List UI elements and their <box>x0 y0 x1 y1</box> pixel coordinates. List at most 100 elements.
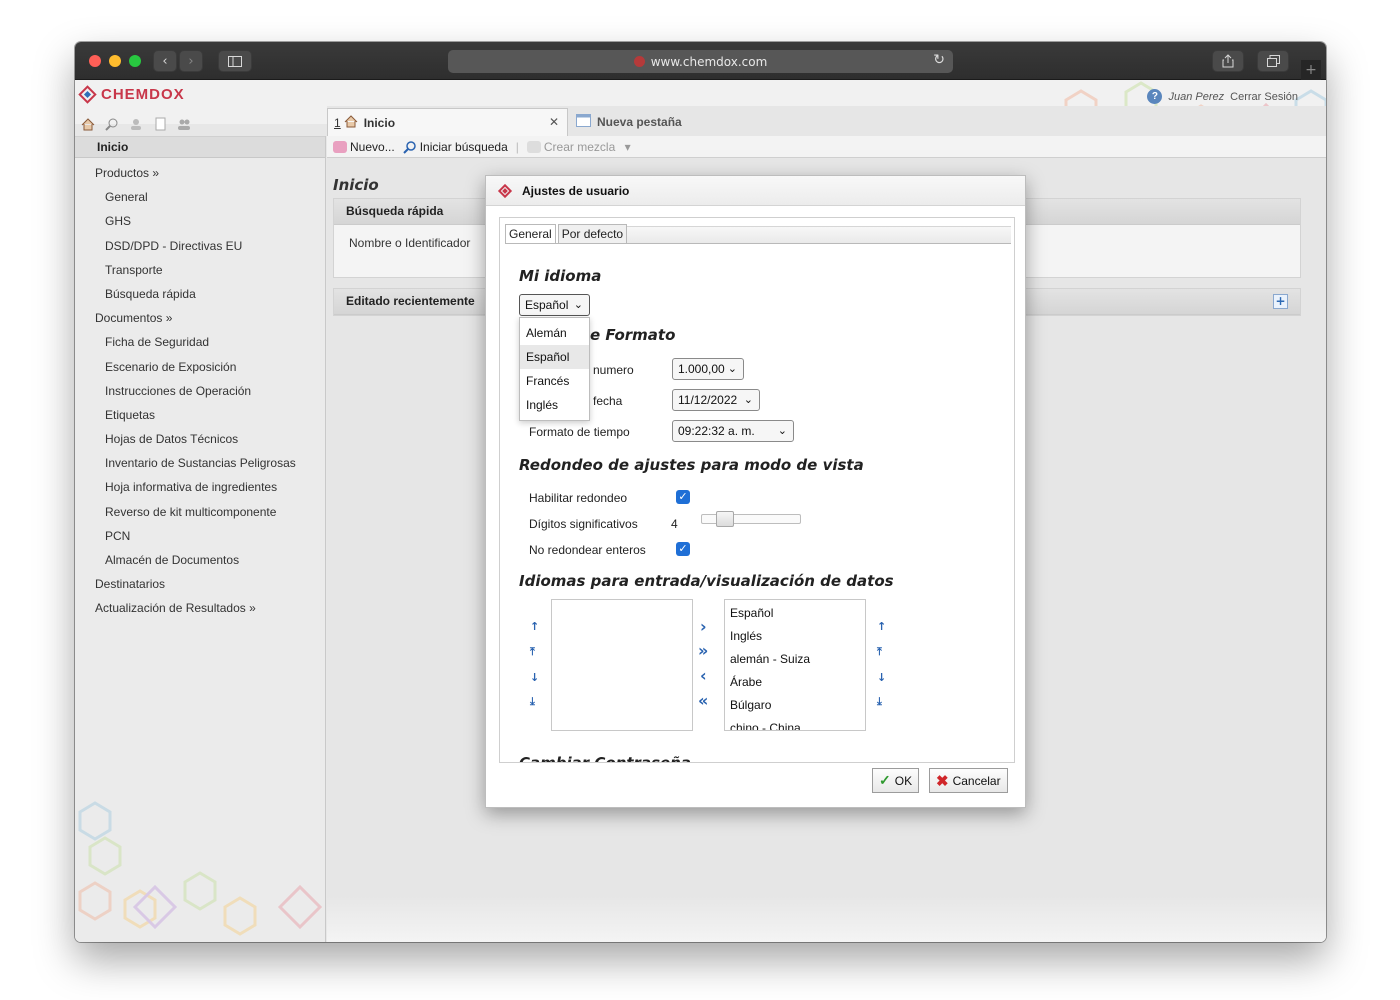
time-format-label: Formato de tiempo <box>529 425 630 439</box>
sidebar-item[interactable]: General <box>75 185 325 209</box>
share-button[interactable] <box>1212 50 1244 72</box>
users-icon[interactable] <box>129 116 143 130</box>
sidebar-title: Inicio <box>75 136 325 158</box>
language-option[interactable]: Francés <box>520 369 589 393</box>
blank-page-icon <box>576 114 591 130</box>
list-item[interactable]: Español <box>725 602 865 625</box>
move-down-icon[interactable]: ↓ <box>877 671 886 684</box>
tab-inicio[interactable]: 1 Inicio ✕ <box>327 108 568 136</box>
list-item[interactable]: chino - China <box>725 717 865 730</box>
sidebar-item[interactable]: Hoja informativa de ingredientes <box>75 475 325 499</box>
dialog-tabs: General Por defecto <box>505 224 628 244</box>
user-name: Juan Perez <box>1168 90 1225 103</box>
new-tab-button[interactable]: + <box>1301 60 1321 80</box>
add-icon[interactable]: + <box>1273 294 1288 309</box>
ok-button[interactable]: ✓ OK <box>872 768 920 793</box>
ok-label: OK <box>894 773 913 788</box>
sidebar-item[interactable]: PCN <box>75 524 325 548</box>
move-up-icon[interactable]: ↑ <box>530 620 539 633</box>
time-format-select[interactable]: 09:22:32 a. m. ⌄ <box>672 420 794 442</box>
close-tab-icon[interactable]: ✕ <box>549 115 559 129</box>
date-format-select[interactable]: 11/12/2022 ⌄ <box>672 389 760 411</box>
sidebar-item[interactable]: DSD/DPD - Directivas EU <box>75 234 325 258</box>
cancel-button[interactable]: ✖ Cancelar <box>929 768 1008 793</box>
new-button[interactable]: Nuevo... <box>333 140 395 154</box>
language-option[interactable]: Español <box>520 345 589 369</box>
language-option[interactable]: Inglés <box>520 393 589 417</box>
tab-general[interactable]: General <box>505 224 556 244</box>
close-window-button[interactable] <box>89 55 101 67</box>
address-bar[interactable]: www.chemdox.com ↻ <box>448 50 953 73</box>
list-item[interactable]: Árabe <box>725 671 865 694</box>
sidebar-item[interactable]: Actualización de Resultados » <box>75 596 325 620</box>
tabs-overview-button[interactable] <box>1257 50 1289 72</box>
move-bottom-icon[interactable]: ⤓ <box>530 695 535 709</box>
language-option[interactable]: Alemán <box>520 321 589 345</box>
minimize-window-button[interactable] <box>109 55 121 67</box>
chemdox-logo[interactable]: CHEMDOX <box>78 85 185 104</box>
tabs-icon <box>1266 55 1280 67</box>
forward-button[interactable]: › <box>179 50 203 72</box>
sidebar-item[interactable]: Instrucciones de Operación <box>75 379 325 403</box>
enable-rounding-checkbox[interactable]: ✓ <box>676 490 690 504</box>
document-icon[interactable] <box>153 116 167 131</box>
list-item[interactable]: Inglés <box>725 625 865 648</box>
list-item[interactable]: Búlgaro <box>725 694 865 717</box>
sidebar-item[interactable]: Documentos » <box>75 306 325 330</box>
home-icon[interactable] <box>81 116 95 131</box>
available-languages-list[interactable] <box>551 599 693 731</box>
chevron-left-icon: ‹ <box>162 53 168 69</box>
sidebar-item[interactable]: Hojas de Datos Técnicos <box>75 427 325 451</box>
search-icon[interactable] <box>105 116 119 131</box>
user-settings-dialog: Ajustes de usuario General Por defecto M… <box>485 175 1026 808</box>
home-icon <box>344 114 358 131</box>
language-select[interactable]: Español ⌄ <box>519 294 590 316</box>
sidebar-item[interactable]: Inventario de Sustancias Peligrosas <box>75 451 325 475</box>
move-top-icon[interactable]: ⤒ <box>530 645 535 659</box>
sidebar-item[interactable]: Destinatarios <box>75 572 325 596</box>
sidebar-item[interactable]: Productos » <box>75 161 325 185</box>
remove-one-icon[interactable]: ‹ <box>700 666 707 685</box>
help-icon[interactable]: ? <box>1147 89 1163 104</box>
new-label: Nuevo... <box>350 139 395 154</box>
move-top-icon[interactable]: ⤒ <box>877 645 882 659</box>
tab-defaults[interactable]: Por defecto <box>557 224 628 244</box>
move-bottom-icon[interactable]: ⤓ <box>877 695 882 709</box>
number-format-select[interactable]: 1.000,00 ⌄ <box>672 358 744 380</box>
add-all-icon[interactable]: » <box>698 641 708 660</box>
sidebar-item[interactable]: GHS <box>75 209 325 233</box>
language-dropdown-list: Alemán Español Francés Inglés <box>519 317 590 421</box>
sidebar-item[interactable]: Transporte <box>75 258 325 282</box>
sidebar-item[interactable]: Ficha de Seguridad <box>75 330 325 354</box>
tab-new[interactable]: Nueva pestaña <box>576 108 682 136</box>
back-button[interactable]: ‹ <box>153 50 177 72</box>
enable-rounding-label: Habilitar redondeo <box>529 491 628 505</box>
sidebar-item[interactable]: Reverso de kit multicomponente <box>75 500 325 524</box>
sidebar-item[interactable]: Almacén de Documentos <box>75 548 325 572</box>
sidebar-item[interactable]: Búsqueda rápida <box>75 282 325 306</box>
create-mix-button[interactable]: Crear mezcla ▾ <box>526 139 631 154</box>
significant-digits-slider[interactable] <box>701 511 801 527</box>
move-down-icon[interactable]: ↓ <box>530 671 539 684</box>
list-item[interactable]: alemán - Suiza <box>725 648 865 671</box>
remove-all-icon[interactable]: « <box>698 691 708 710</box>
maximize-window-button[interactable] <box>129 55 141 67</box>
chevron-down-icon[interactable]: ▾ <box>625 140 631 154</box>
sidebar-item[interactable]: Etiquetas <box>75 403 325 427</box>
reload-icon[interactable]: ↻ <box>933 52 945 68</box>
site-favicon-icon <box>633 56 645 67</box>
sidebar-toggle-button[interactable] <box>218 50 252 72</box>
slider-thumb[interactable] <box>716 511 734 527</box>
contacts-icon[interactable] <box>177 116 191 130</box>
start-search-button[interactable]: Iniciar búsqueda <box>402 140 508 155</box>
no-round-integers-checkbox[interactable]: ✓ <box>676 542 690 556</box>
logout-link[interactable]: Cerrar Sesión <box>1230 91 1298 103</box>
add-one-icon[interactable]: › <box>700 617 707 636</box>
sidebar-item[interactable]: Escenario de Exposición <box>75 355 325 379</box>
selected-languages-list[interactable]: Español Inglés alemán - Suiza Árabe Búlgaro c… <box>724 599 866 731</box>
create-mix-label: Crear mezcla <box>543 139 616 154</box>
number-format-value: 1.000,00 <box>678 362 725 376</box>
no-round-integers-label: No redondear enteros <box>529 543 646 557</box>
section-change-password: Cambiar Contraseña <box>519 754 691 762</box>
move-up-icon[interactable]: ↑ <box>877 620 886 633</box>
